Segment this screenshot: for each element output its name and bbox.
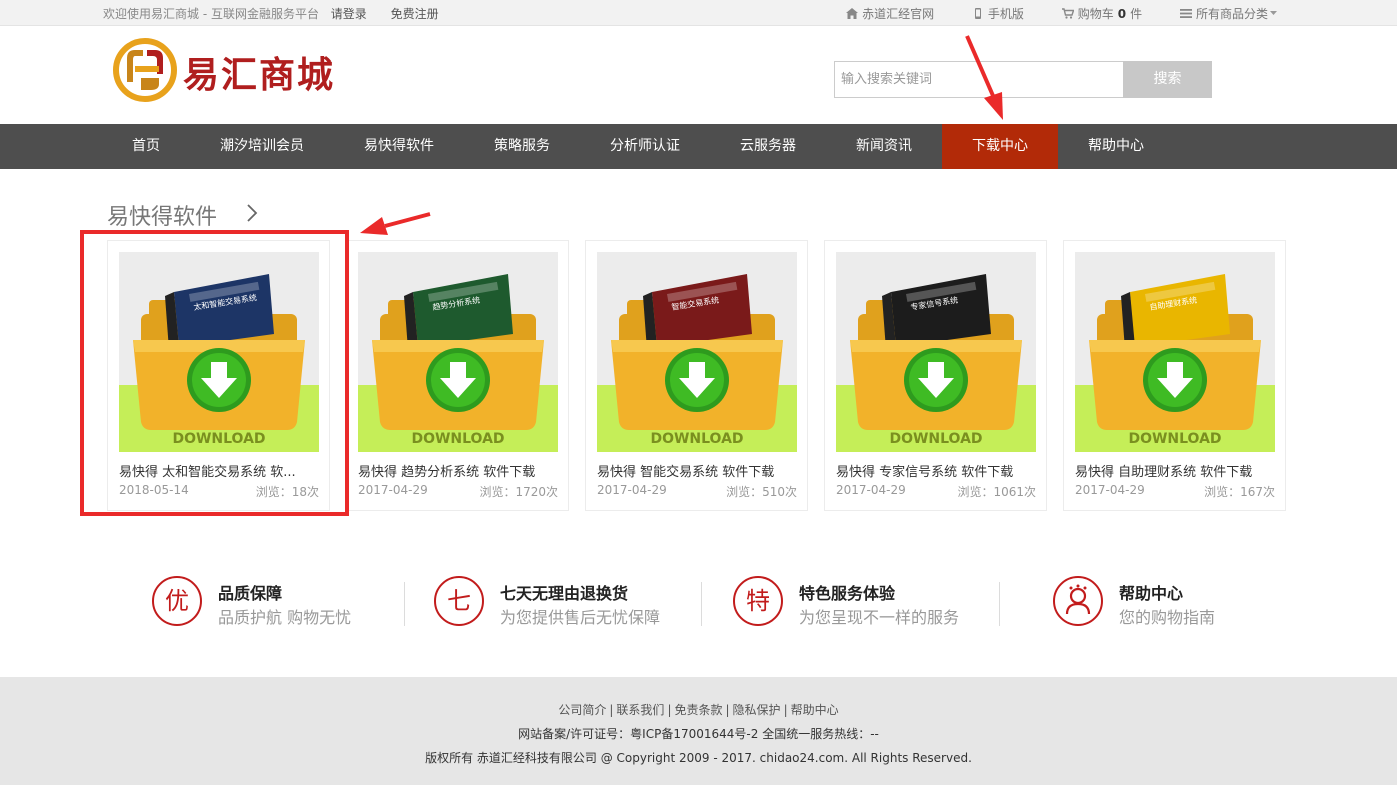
download-label: DOWNLOAD	[1128, 431, 1221, 447]
nav-item-software[interactable]: 易快得软件	[344, 124, 454, 169]
footer-link-help[interactable]: 帮助中心	[791, 703, 839, 717]
download-folder-icon: 自助理财系统DOWNLOAD	[1089, 274, 1261, 447]
mobile-icon	[974, 8, 981, 19]
footer: 公司简介 | 联系我们 | 免责条款 | 隐私保护 | 帮助中心 网站备案/许可证号：粤ICP备…	[0, 677, 1397, 785]
caret-down-icon	[1270, 11, 1277, 15]
cart-link[interactable]: 购物车 0 件	[1061, 5, 1143, 22]
product-date: 2017-04-29	[597, 483, 667, 497]
footer-license: 网站备案/许可证号：粤ICP备17001644号-2 全国统一服务热线：--	[518, 727, 879, 741]
product-date: 2017-04-29	[836, 483, 906, 497]
download-label: DOWNLOAD	[889, 431, 982, 447]
search-input[interactable]	[834, 61, 1124, 98]
search-bar: 搜索	[834, 61, 1212, 98]
product-card[interactable]: 专家信号系统 DOWNLOAD 易快得 专家信号系统 软件下载 2017-04-29 浏…	[824, 240, 1047, 511]
product-card[interactable]: 智能交易系统 DOWNLOAD 易快得 智能交易系统 软件下载 2017-04-29 浏…	[585, 240, 808, 511]
logo-mark-icon	[113, 38, 177, 102]
user-support-icon	[1053, 576, 1103, 626]
nav-item-strategy[interactable]: 策略服务	[478, 124, 566, 169]
nav-item-download[interactable]: 下载中心	[942, 124, 1058, 169]
product-image[interactable]: 趋势分析系统 DOWNLOAD	[358, 252, 558, 452]
nav-item-cloud[interactable]: 云服务器	[722, 124, 814, 169]
product-card[interactable]: 自助理财系统 DOWNLOAD 易快得 自助理财系统 软件下载 2017-04-29 浏…	[1063, 240, 1286, 511]
feature-title: 特色服务体验	[799, 584, 896, 603]
download-label: DOWNLOAD	[650, 431, 743, 447]
feature-subtitle: 您的购物指南	[1119, 608, 1216, 627]
separator: |	[783, 703, 788, 717]
mobile-link[interactable]: 手机版	[972, 5, 1024, 22]
separator: |	[609, 703, 614, 717]
footer-links: 公司简介 | 联系我们 | 免责条款 | 隐私保护 | 帮助中心	[0, 701, 1397, 718]
product-title[interactable]: 易快得 自助理财系统 软件下载	[1075, 461, 1275, 480]
product-views: 浏览：510次	[726, 485, 797, 499]
official-site-label: 赤道汇经官网	[862, 7, 935, 21]
feature-title: 品质保障	[218, 584, 283, 603]
cart-icon	[1061, 8, 1074, 19]
nav-item-analyst[interactable]: 分析师认证	[590, 124, 700, 169]
product-image[interactable]: 自助理财系统 DOWNLOAD	[1075, 252, 1275, 452]
product-title[interactable]: 易快得 专家信号系统 软件下载	[836, 461, 1036, 480]
main-nav: 首页 潮汐培训会员 易快得软件 策略服务 分析师认证 云服务器 新闻资讯 下载中…	[0, 124, 1397, 169]
chevron-right-icon[interactable]	[246, 203, 258, 223]
product-date: 2017-04-29	[358, 483, 428, 497]
product-title[interactable]: 易快得 趋势分析系统 软件下载	[358, 461, 558, 480]
footer-link-disclaimer[interactable]: 免责条款	[674, 703, 722, 717]
feature-subtitle: 为您提供售后无忧保障	[500, 608, 661, 627]
nav-item-help[interactable]: 帮助中心	[1072, 124, 1160, 169]
download-folder-icon: 趋势分析系统DOWNLOAD	[372, 274, 544, 447]
quality-icon: 优	[152, 576, 202, 626]
download-label: DOWNLOAD	[411, 431, 504, 447]
feature-subtitle: 为您呈现不一样的服务	[799, 608, 960, 627]
official-site-link[interactable]: 赤道汇经官网	[846, 5, 934, 22]
product-title[interactable]: 易快得 智能交易系统 软件下载	[597, 461, 797, 480]
footer-link-about[interactable]: 公司简介	[558, 703, 606, 717]
divider	[404, 582, 405, 626]
nav-item-home[interactable]: 首页	[104, 124, 188, 169]
seven-days-icon: 七	[434, 576, 484, 626]
product-card[interactable]: 趋势分析系统 DOWNLOAD 易快得 趋势分析系统 软件下载 2017-04-29 浏…	[346, 240, 569, 511]
top-bar: 欢迎使用易汇商城 - 互联网金融服务平台 请登录 免费注册 赤道汇经官网 手机版…	[0, 0, 1397, 26]
separator: |	[667, 703, 672, 717]
menu-icon	[1179, 9, 1192, 18]
top-bar-left: 欢迎使用易汇商城 - 互联网金融服务平台 请登录 免费注册	[103, 5, 439, 22]
logo-text: 易汇商城	[183, 55, 336, 96]
product-views: 浏览：1061次	[957, 485, 1036, 499]
cart-unit: 件	[1130, 7, 1143, 21]
home-icon	[846, 8, 859, 19]
feature-title: 七天无理由退换货	[500, 584, 629, 603]
divider	[999, 582, 1000, 626]
categories-label: 所有商品分类	[1195, 7, 1268, 21]
arrow-to-first-card	[360, 212, 431, 235]
login-link[interactable]: 请登录	[331, 7, 367, 21]
feature-subtitle: 品质护航 购物无忧	[218, 608, 352, 627]
footer-copyright: 版权所有 赤道汇经科技有限公司 @ Copyright 2009 - 2017.…	[425, 751, 972, 765]
download-folder-icon: 智能交易系统DOWNLOAD	[611, 274, 783, 447]
welcome-text: 欢迎使用易汇商城 - 互联网金融服务平台	[103, 7, 319, 21]
nav-item-news[interactable]: 新闻资讯	[838, 124, 930, 169]
search-button[interactable]: 搜索	[1123, 61, 1212, 98]
site-logo[interactable]: 易汇商城	[113, 38, 363, 104]
separator: |	[725, 703, 730, 717]
top-bar-right: 赤道汇经官网 手机版 购物车 0 件 所有商品分类	[846, 5, 1277, 22]
section-title[interactable]: 易快得软件	[107, 199, 217, 231]
special-icon: 特	[733, 576, 783, 626]
footer-link-contact[interactable]: 联系我们	[616, 703, 664, 717]
divider	[701, 582, 702, 626]
download-folder-icon: 专家信号系统DOWNLOAD	[850, 274, 1022, 447]
product-date: 2017-04-29	[1075, 483, 1145, 497]
nav-item-training[interactable]: 潮汐培训会员	[204, 124, 320, 169]
product-views: 浏览：167次	[1204, 485, 1275, 499]
feature-title[interactable]: 帮助中心	[1119, 580, 1183, 604]
cart-count: 0	[1117, 7, 1127, 21]
product-image[interactable]: 专家信号系统 DOWNLOAD	[836, 252, 1036, 452]
mobile-label: 手机版	[987, 7, 1024, 21]
register-link[interactable]: 免费注册	[391, 7, 439, 21]
highlight-box	[80, 230, 349, 516]
categories-dropdown[interactable]: 所有商品分类	[1179, 5, 1277, 22]
product-image[interactable]: 智能交易系统 DOWNLOAD	[597, 252, 797, 452]
cart-label: 购物车	[1077, 7, 1114, 21]
product-views: 浏览：1720次	[479, 485, 558, 499]
footer-link-privacy[interactable]: 隐私保护	[733, 703, 781, 717]
